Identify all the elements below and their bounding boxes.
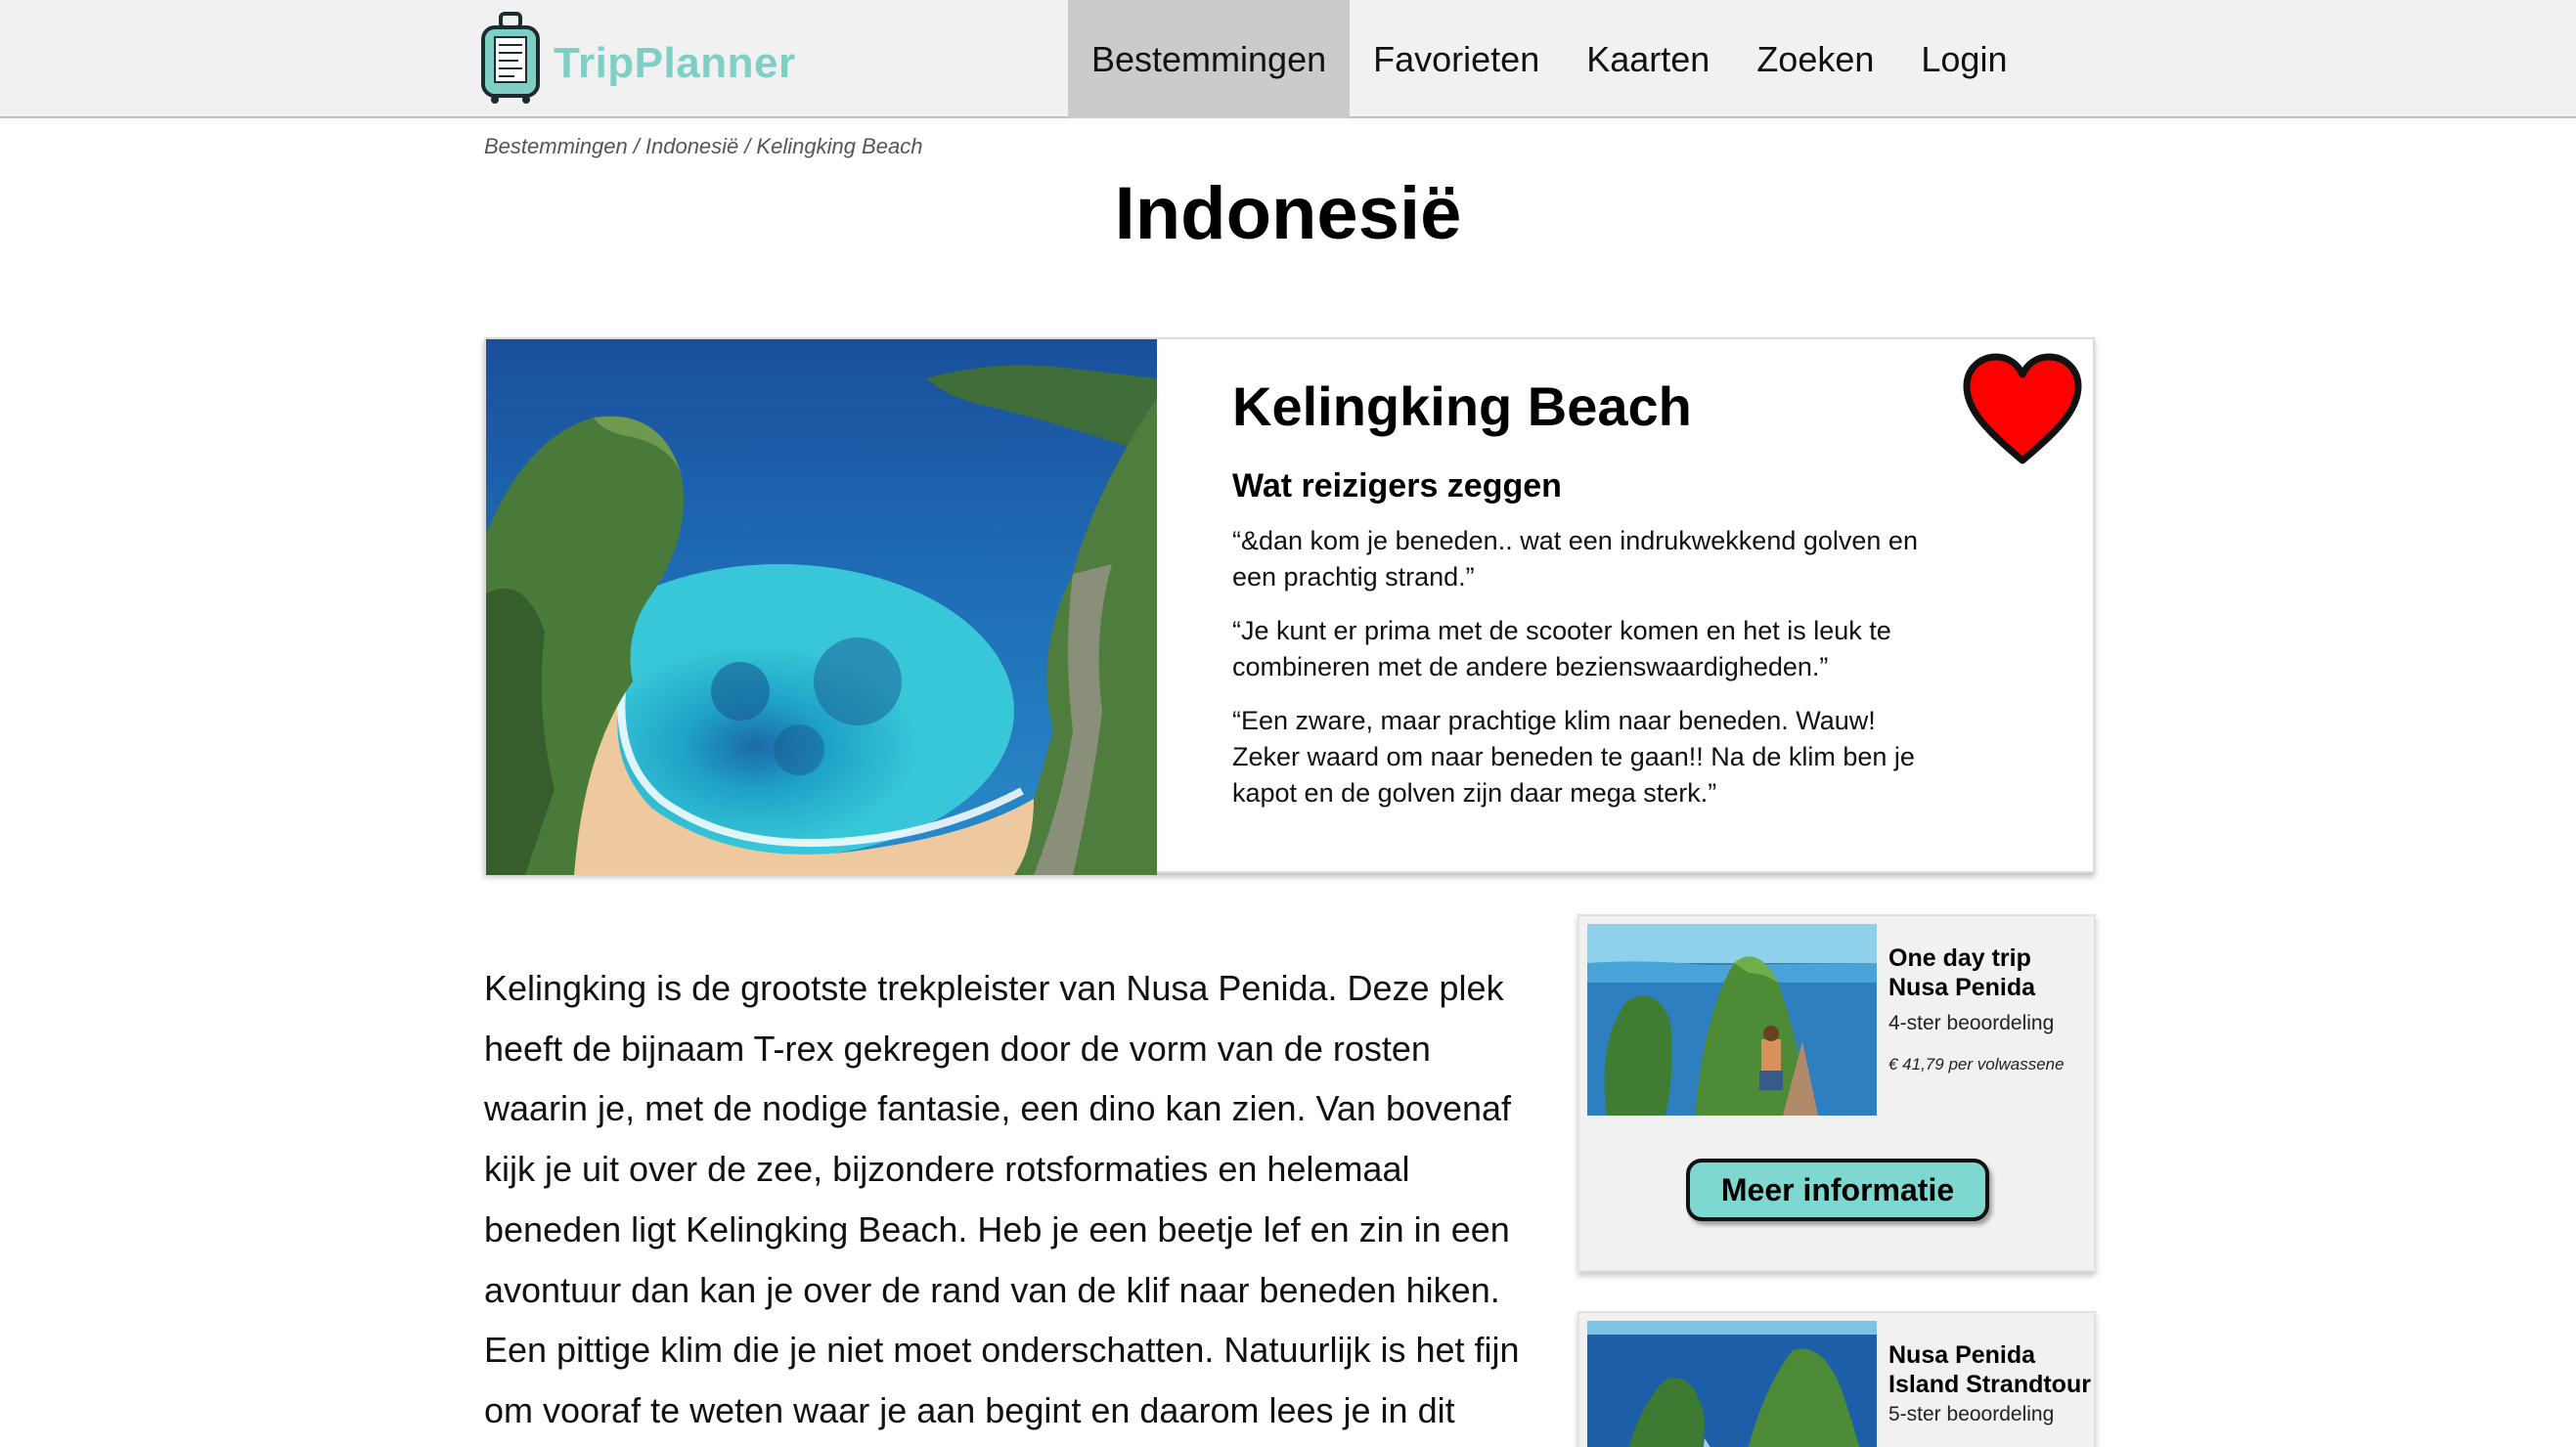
breadcrumb: Bestemmingen / Indonesië / Kelingking Beach [484, 134, 922, 159]
review-quote: “&dan kom je beneden.. wat een indrukwek… [1232, 526, 1918, 592]
reviews-heading: Wat reizigers zeggen [1232, 467, 1562, 504]
breadcrumb-separator: / [633, 134, 640, 158]
breadcrumb-separator: / [744, 134, 751, 158]
tour-title: Nusa Penida Island Strandtour [1888, 1341, 2091, 1398]
review-quote: “Je kunt er prima met de scooter komen e… [1232, 616, 1891, 681]
tour-price: € 41,79 per volwassene [1888, 1055, 2065, 1074]
nav-item-favorieten[interactable]: Favorieten [1350, 0, 1563, 118]
top-navigation-bar: TripPlanner Bestemmingen Favorieten Kaar… [0, 0, 2576, 118]
tour-title: One day trip Nusa Penida [1888, 944, 2036, 1001]
nav-item-bestemmingen[interactable]: Bestemmingen [1068, 0, 1351, 118]
brand-logo[interactable]: TripPlanner [479, 12, 795, 106]
tour-info: One day trip Nusa Penida 4-ster beoordel… [1888, 943, 2094, 1074]
breadcrumb-item-current: Kelingking Beach [756, 134, 923, 158]
review-quote: “Een zware, maar prachtige klim naar ben… [1232, 706, 1915, 808]
tour-card[interactable]: Nusa Penida Island Strandtour 5-ster beo… [1577, 1311, 2096, 1447]
brand-name: TripPlanner [554, 39, 796, 87]
heart-icon[interactable] [1961, 351, 2084, 470]
nav-item-kaarten[interactable]: Kaarten [1563, 0, 1733, 118]
tour-photo [1587, 924, 1877, 1116]
tour-card[interactable]: One day trip Nusa Penida 4-ster beoordel… [1577, 914, 2096, 1272]
nav-item-zoeken[interactable]: Zoeken [1733, 0, 1897, 118]
main-nav: Bestemmingen Favorieten Kaarten Zoeken L… [1068, 0, 2030, 118]
page-title: Indonesië [1114, 172, 1462, 255]
destination-details: Kelingking Beach Wat reizigers zeggen “&… [1232, 374, 1936, 811]
kelingking-beach-photo [486, 339, 1157, 875]
tour-info: Nusa Penida Island Strandtour 5-ster beo… [1888, 1340, 2094, 1426]
destination-card: Kelingking Beach Wat reizigers zeggen “&… [484, 337, 2095, 875]
tour-rating: 4-ster beoordeling [1888, 1012, 2055, 1034]
tour-photo [1587, 1321, 1877, 1447]
article-text: Kelingking is de grootste trekpleister v… [484, 968, 1520, 1430]
more-info-button[interactable]: Meer informatie [1686, 1159, 1989, 1221]
breadcrumb-item-bestemmingen[interactable]: Bestemmingen [484, 134, 628, 158]
breadcrumb-item-indonesie[interactable]: Indonesië [645, 134, 738, 158]
nav-item-login[interactable]: Login [1897, 0, 2030, 118]
suitcase-icon [481, 12, 540, 104]
tour-rating: 5-ster beoordeling [1888, 1403, 2055, 1425]
destination-title: Kelingking Beach [1232, 375, 1692, 437]
